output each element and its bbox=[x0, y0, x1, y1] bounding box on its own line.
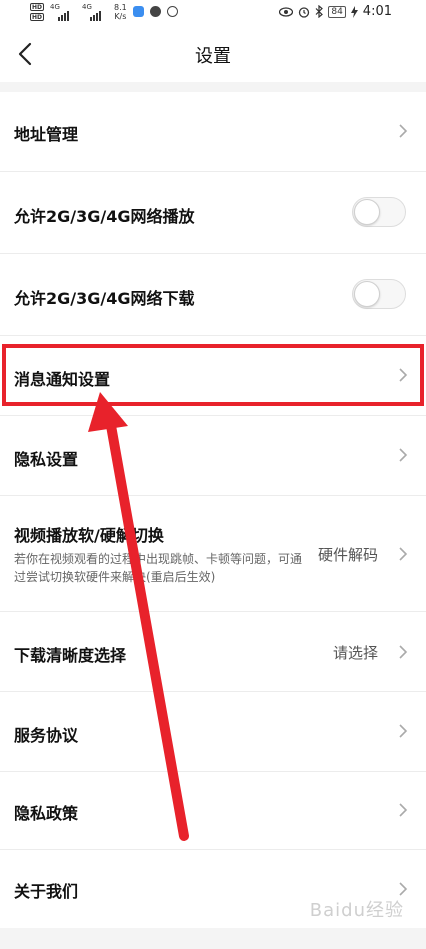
speed-unit: K/s bbox=[114, 12, 127, 21]
message-icon bbox=[149, 6, 161, 17]
section-divider bbox=[0, 82, 426, 92]
status-bar-right: 84 4:01 bbox=[279, 4, 392, 19]
settings-item-description: 若你在视频观看的过程中出现跳帧、卡顿等问题，可通过尝试切换软硬件来解决(重启后生… bbox=[14, 552, 303, 584]
shield-icon bbox=[132, 6, 144, 17]
speed-value: 8.1 bbox=[114, 3, 127, 12]
charging-icon bbox=[350, 5, 358, 18]
settings-item-allow-play: 允许2G/3G/4G网络播放 bbox=[0, 172, 426, 254]
network-type: 4G bbox=[50, 3, 60, 11]
toggle-knob bbox=[354, 199, 380, 225]
hd-indicators: HD HD bbox=[30, 3, 44, 21]
settings-item-decode[interactable]: 视频播放软/硬解切换 若你在视频观看的过程中出现跳帧、卡顿等问题，可通过尝试切换… bbox=[0, 496, 426, 612]
chevron-right-icon bbox=[399, 547, 408, 561]
settings-item-label: 关于我们 bbox=[14, 882, 79, 901]
clock: 4:01 bbox=[362, 4, 392, 19]
highlight-box bbox=[2, 344, 424, 406]
decode-mode-value: 硬件解码 bbox=[317, 546, 378, 564]
chevron-right-icon bbox=[399, 724, 408, 738]
bottom-spacer bbox=[0, 928, 426, 949]
signal-icon: 4G bbox=[50, 3, 76, 21]
settings-item-allow-download: 允许2G/3G/4G网络下载 bbox=[0, 254, 426, 336]
nav-bar: 设置 bbox=[0, 26, 426, 82]
allow-play-toggle[interactable] bbox=[352, 197, 406, 227]
battery-icon: 84 bbox=[328, 5, 346, 18]
settings-item-label: 隐私设置 bbox=[14, 450, 79, 469]
page-title: 设置 bbox=[195, 46, 231, 67]
chevron-right-icon bbox=[399, 124, 408, 138]
settings-item-label: 下载清晰度选择 bbox=[14, 646, 127, 665]
settings-item-label: 视频播放软/硬解切换 bbox=[14, 526, 164, 545]
settings-item-privacy-policy[interactable]: 隐私政策 bbox=[0, 772, 426, 850]
chevron-right-icon bbox=[399, 882, 408, 896]
settings-item-address[interactable]: 地址管理 bbox=[0, 92, 426, 172]
settings-item-label: 地址管理 bbox=[14, 125, 79, 144]
alarm-icon bbox=[299, 6, 310, 18]
settings-item-label: 允许2G/3G/4G网络播放 bbox=[14, 207, 195, 226]
allow-download-toggle[interactable] bbox=[352, 279, 406, 309]
settings-item-privacy-settings[interactable]: 隐私设置 bbox=[0, 416, 426, 496]
network-type: 4G bbox=[82, 3, 92, 11]
settings-item-download-quality[interactable]: 下载清晰度选择 请选择 bbox=[0, 612, 426, 692]
eye-icon bbox=[279, 6, 294, 17]
watermark: Baidu经验 bbox=[309, 900, 404, 921]
download-quality-value: 请选择 bbox=[332, 644, 378, 662]
settings-item-label: 隐私政策 bbox=[14, 804, 79, 823]
hd-icon: HD bbox=[30, 3, 44, 11]
hd-icon: HD bbox=[30, 13, 44, 21]
bluetooth-icon bbox=[315, 5, 324, 18]
chevron-right-icon bbox=[399, 645, 408, 659]
chevron-right-icon bbox=[399, 803, 408, 817]
settings-item-service-agreement[interactable]: 服务协议 bbox=[0, 692, 426, 772]
toggle-knob bbox=[354, 281, 380, 307]
settings-item-label: 服务协议 bbox=[14, 726, 79, 745]
signal-icon: 4G bbox=[82, 3, 108, 21]
chevron-right-icon bbox=[399, 448, 408, 462]
status-bar: HD HD 4G 4G 8.1 K/s 84 4:01 bbox=[0, 0, 426, 26]
status-bar-left: HD HD 4G 4G 8.1 K/s bbox=[30, 3, 178, 21]
app-notification-icon bbox=[166, 6, 178, 17]
settings-item-label: 允许2G/3G/4G网络下载 bbox=[14, 289, 195, 308]
network-speed: 8.1 K/s bbox=[114, 3, 127, 21]
